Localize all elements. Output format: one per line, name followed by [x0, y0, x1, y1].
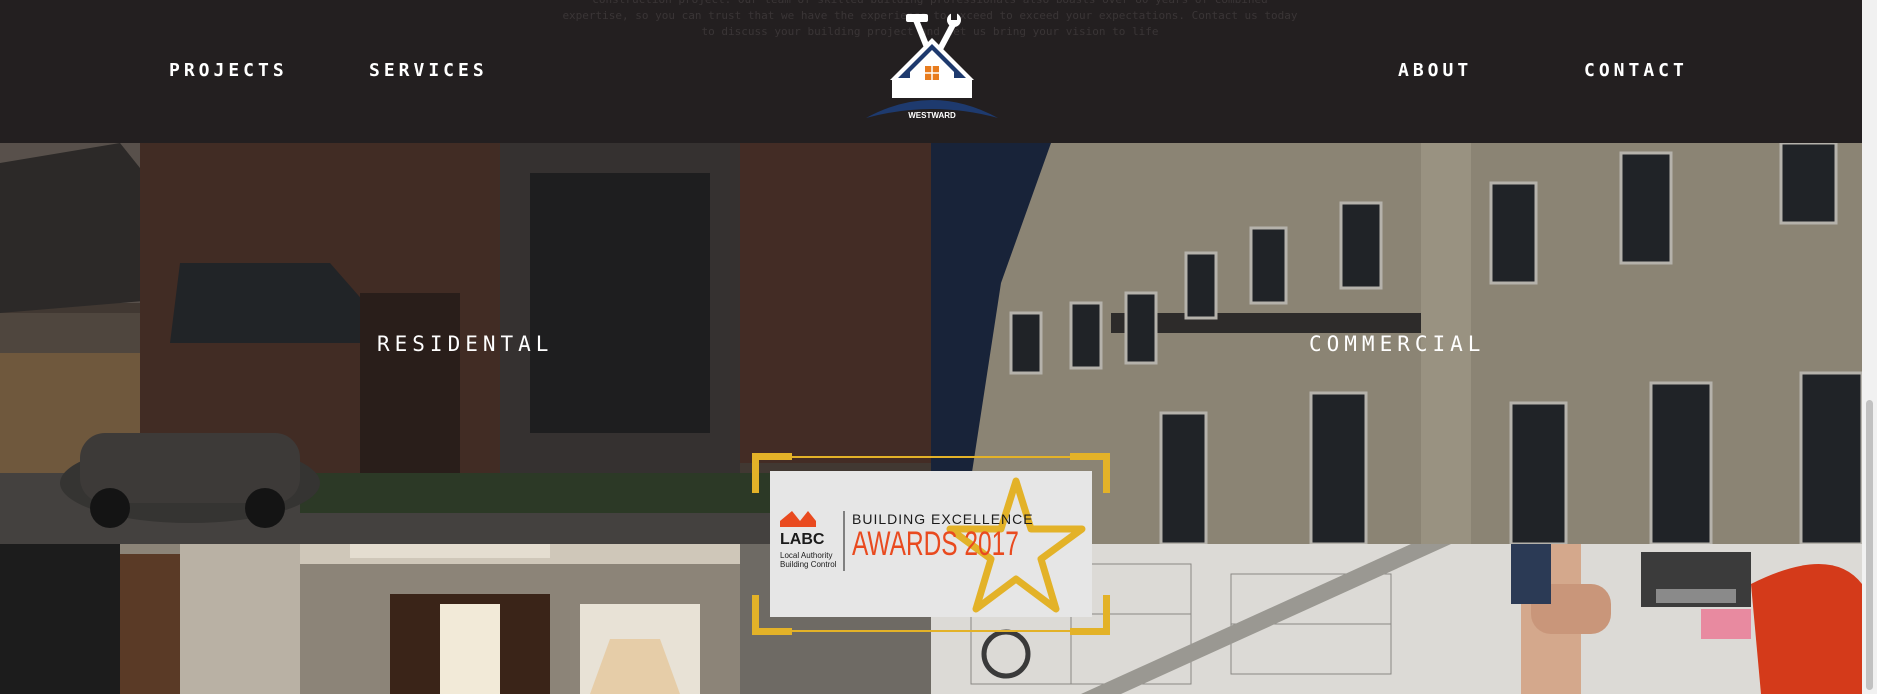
- award-badge: LABC Local Authority Building Control BU…: [752, 453, 1110, 635]
- nav-contact[interactable]: CONTACT: [1584, 60, 1688, 81]
- labc-logo-icon: [780, 511, 816, 527]
- nav-services[interactable]: SERVICES: [369, 60, 488, 81]
- award-title-line2: AWARDS 2017: [852, 525, 1019, 563]
- residential-label[interactable]: RESIDENTAL: [377, 332, 553, 356]
- labc-name: LABC: [780, 531, 825, 548]
- award-card: LABC Local Authority Building Control BU…: [770, 471, 1092, 617]
- house-icon: [866, 12, 998, 118]
- scrollbar-thumb[interactable]: [1866, 400, 1873, 690]
- site-header: construction project. Our team of skille…: [0, 0, 1862, 143]
- commercial-label[interactable]: COMMERCIAL: [1309, 332, 1485, 356]
- nav-about[interactable]: ABOUT: [1398, 60, 1472, 81]
- logo-wordmark: WESTWARD: [908, 111, 956, 120]
- page-scrollbar[interactable]: [1862, 0, 1877, 694]
- nav-projects[interactable]: PROJECTS: [169, 60, 288, 81]
- site-logo[interactable]: WESTWARD: [862, 10, 1002, 125]
- labc-subtitle: Local Authority Building Control: [780, 551, 837, 569]
- wrench-icon: [936, 12, 961, 52]
